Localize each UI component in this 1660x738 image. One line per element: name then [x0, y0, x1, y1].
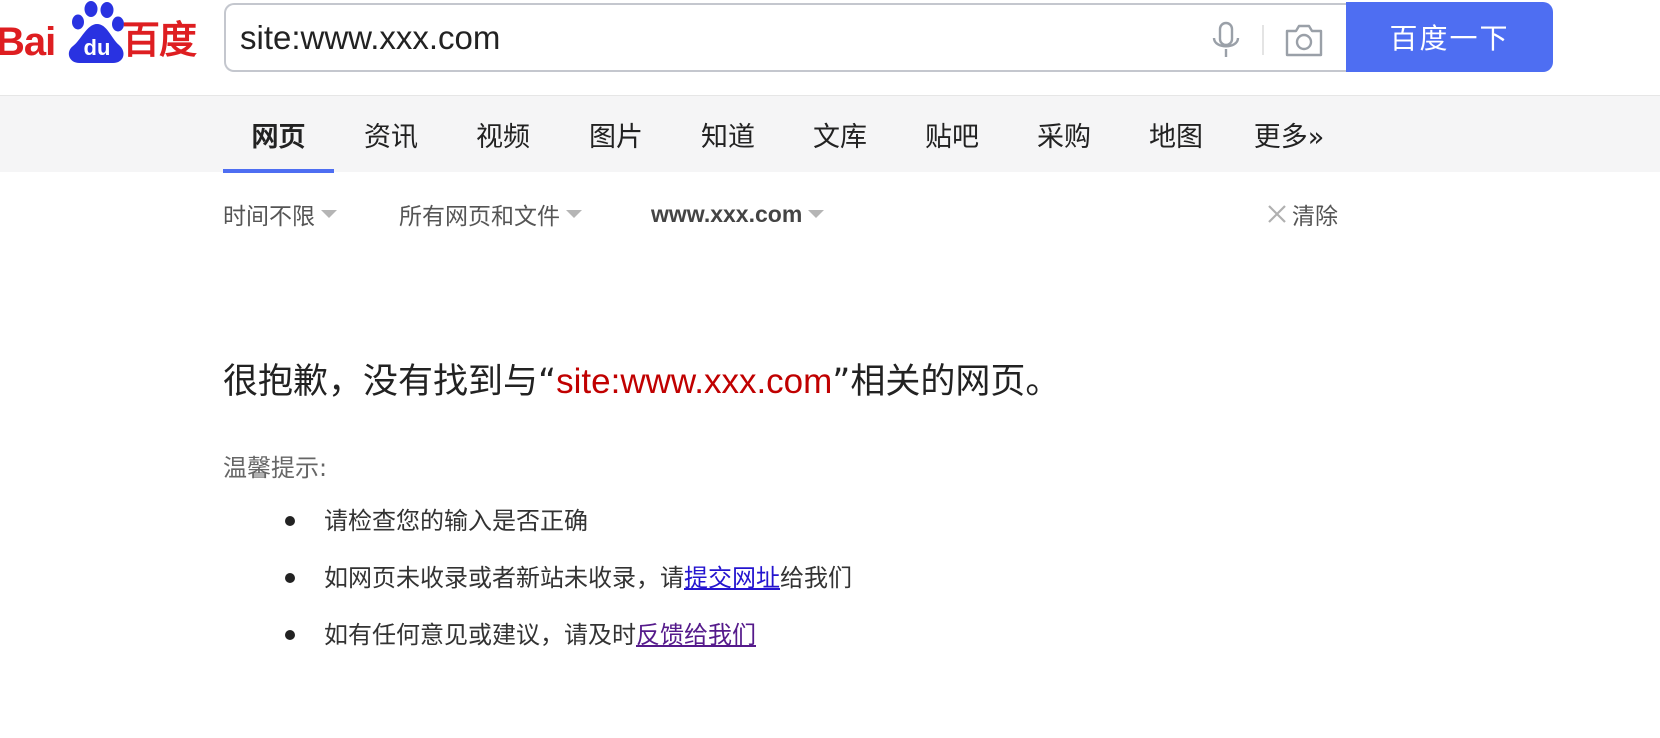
tab-video[interactable]: 视频	[474, 96, 532, 173]
logo-text-du: du	[84, 35, 111, 60]
paw-icon: du	[68, 1, 124, 64]
filter-type[interactable]: 所有网页和文件	[399, 196, 582, 232]
clear-filters-button[interactable]: 清除	[1266, 196, 1338, 232]
tab-news[interactable]: 资讯	[362, 96, 420, 173]
feedback-link[interactable]: 反馈给我们	[636, 621, 756, 649]
tab-more[interactable]: 更多»	[1252, 96, 1326, 173]
list-item: 如网页未收录或者新站未收录，请提交网址给我们	[282, 557, 852, 614]
close-icon	[1268, 205, 1286, 223]
tip-text-after: 给我们	[780, 564, 852, 592]
bullet-icon	[285, 573, 295, 583]
baidu-logo[interactable]: Bai du 百度	[0, 0, 206, 74]
list-item: 请检查您的输入是否正确	[282, 500, 852, 557]
filter-time[interactable]: 时间不限	[223, 196, 337, 232]
tips-title: 温馨提示:	[223, 454, 328, 482]
filter-type-label: 所有网页和文件	[399, 204, 560, 230]
chevron-down-icon	[321, 210, 337, 218]
search-box	[224, 3, 1346, 72]
microphone-icon[interactable]	[1210, 21, 1242, 59]
tab-zhidao[interactable]: 知道	[699, 96, 757, 173]
tab-tieba[interactable]: 贴吧	[923, 96, 981, 173]
no-result-suffix: ”相关的网页。	[832, 362, 1061, 402]
tab-web[interactable]: 网页	[223, 96, 334, 173]
search-divider	[1262, 25, 1264, 55]
no-result-query: site:www.xxx.com	[556, 362, 833, 401]
tips-list: 请检查您的输入是否正确 如网页未收录或者新站未收录，请提交网址给我们 如有任何意…	[282, 500, 852, 671]
tip-text: 如有任何意见或建议，请及时	[324, 621, 636, 649]
tip-text: 如网页未收录或者新站未收录，请	[324, 564, 684, 592]
search-button[interactable]: 百度一下	[1346, 2, 1553, 72]
bullet-icon	[285, 630, 295, 640]
tab-purchase[interactable]: 采购	[1035, 96, 1093, 173]
bullet-icon	[285, 516, 295, 526]
filter-site-label: www.xxx.com	[651, 200, 803, 227]
search-input[interactable]	[240, 5, 1180, 70]
submit-url-link[interactable]: 提交网址	[684, 564, 780, 592]
chevron-down-icon	[808, 210, 825, 218]
filter-site[interactable]: www.xxx.com	[651, 196, 825, 232]
no-result-prefix: 很抱歉，没有找到与“	[223, 362, 557, 402]
camera-icon[interactable]	[1284, 21, 1324, 59]
list-item: 如有任何意见或建议，请及时反馈给我们	[282, 614, 852, 671]
tab-map[interactable]: 地图	[1147, 96, 1205, 173]
clear-label: 清除	[1292, 204, 1338, 230]
tab-images[interactable]: 图片	[587, 96, 645, 173]
chevron-down-icon	[566, 210, 582, 218]
header: Bai du 百度 百度一下	[0, 0, 1660, 96]
search-tabs: 网页 资讯 视频 图片 知道 文库 贴吧 采购 地图 更多»	[0, 95, 1660, 173]
no-result-message: 很抱歉，没有找到与“site:www.xxx.com”相关的网页。	[223, 353, 1060, 404]
logo-text-baidu-cn: 百度	[122, 20, 197, 62]
tip-text: 请检查您的输入是否正确	[324, 507, 588, 535]
tab-wenku[interactable]: 文库	[811, 96, 869, 173]
filter-time-label: 时间不限	[223, 204, 315, 230]
logo-text-bai: Bai	[0, 20, 56, 64]
